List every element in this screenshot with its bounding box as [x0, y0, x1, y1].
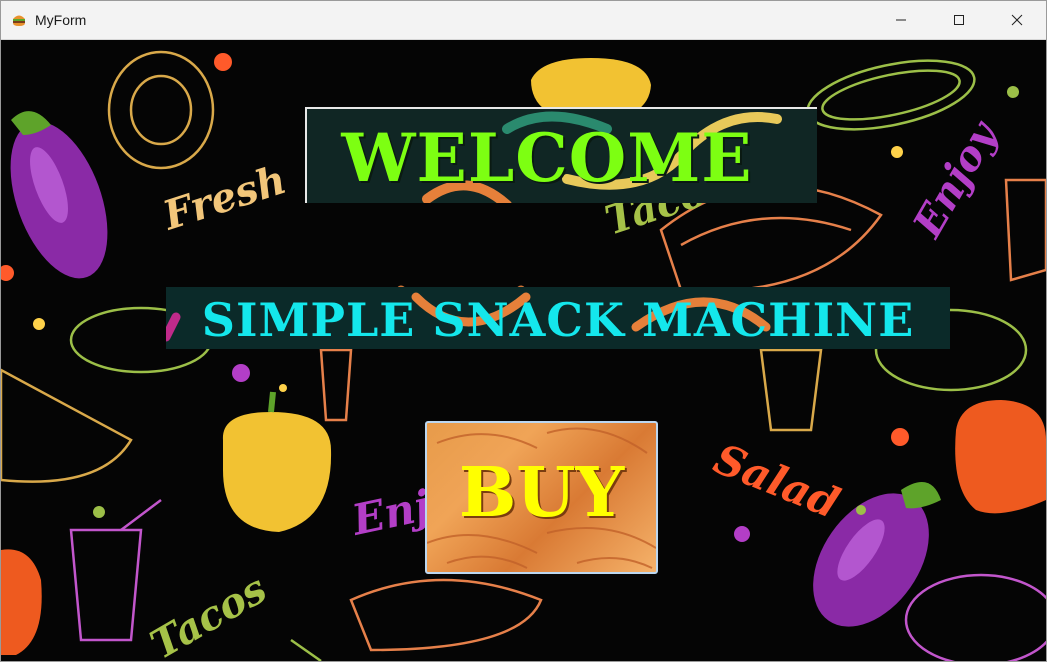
background-word: Fresh: [157, 156, 292, 240]
drink-icon: [759, 348, 823, 432]
drink-icon: [69, 528, 143, 642]
pepper-icon: [955, 400, 1046, 514]
maximize-button[interactable]: [930, 1, 988, 39]
taco-icon: [1, 368, 133, 483]
background-word: Enjoy: [903, 112, 1008, 246]
window-title: MyForm: [35, 12, 87, 28]
burger-icon: [13, 15, 25, 26]
close-button[interactable]: [988, 1, 1046, 39]
machine-title-label: SIMPLE SNACK MACHINE: [201, 293, 915, 347]
pepper-icon: [1, 549, 42, 655]
sandwich-icon: [349, 578, 543, 652]
minimize-button[interactable]: [872, 1, 930, 39]
app-window: MyForm Fresh Enjoy Salad Enjoy Tacos WEL…: [0, 0, 1047, 662]
window-controls: [872, 1, 1046, 39]
form-client-area: Fresh Tacos Enjoy Salad Enjoy Tacos WELC…: [1, 40, 1046, 661]
steak-icon: [904, 573, 1046, 661]
welcome-banner: WELCOME: [305, 107, 817, 203]
buy-button[interactable]: BUY: [425, 421, 658, 574]
pepper-icon: [222, 391, 332, 532]
sandwich-icon: [806, 59, 976, 131]
machine-title-banner: SIMPLE SNACK MACHINE: [166, 287, 950, 349]
minimize-icon: [896, 19, 906, 21]
drink-icon: [319, 348, 353, 422]
steak-icon: [107, 50, 215, 170]
eggplant-icon: [10, 111, 108, 279]
close-icon: [1011, 14, 1023, 26]
title-bar[interactable]: MyForm: [1, 1, 1046, 40]
buy-label: BUY: [458, 453, 625, 533]
background-word: Salad: [707, 434, 846, 528]
maximize-icon: [954, 15, 964, 25]
background-word: Tacos: [143, 565, 275, 661]
welcome-label: WELCOME: [341, 119, 753, 197]
drink-icon: [1004, 178, 1046, 282]
